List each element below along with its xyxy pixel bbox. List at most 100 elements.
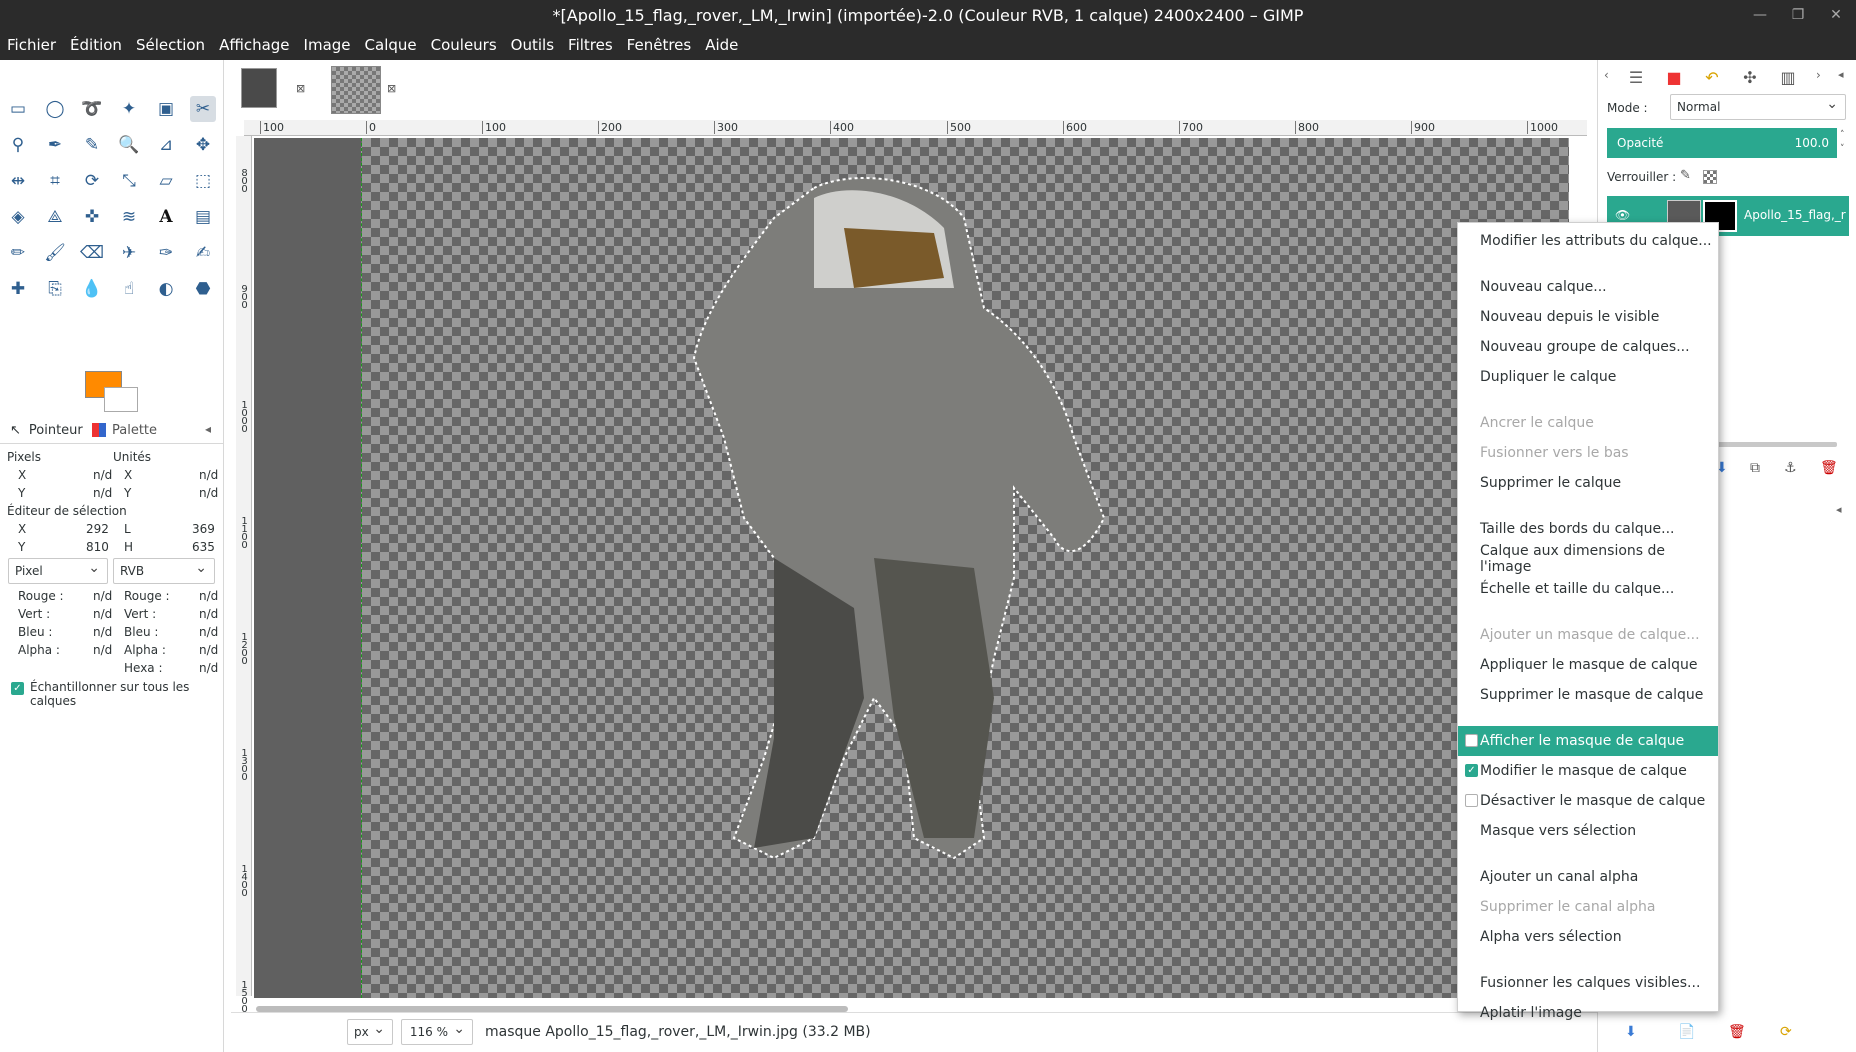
shear-icon[interactable]: ▱: [153, 168, 179, 194]
anchor-layer-icon[interactable]: ⚓: [1784, 460, 1797, 476]
menu-calque[interactable]: Calque: [358, 36, 424, 54]
menu-item[interactable]: Modifier les attributs du calque...: [1458, 226, 1718, 256]
lock-alpha-icon[interactable]: [1703, 170, 1717, 184]
close-tab-icon[interactable]: ⊠: [296, 82, 305, 95]
menu-checkbox[interactable]: [1465, 794, 1478, 807]
menu-aide[interactable]: Aide: [698, 36, 745, 54]
menu-item[interactable]: Nouveau groupe de calques...: [1458, 332, 1718, 362]
unit-select[interactable]: Pixel: [8, 558, 108, 584]
ellipse-select-icon[interactable]: ◯: [42, 96, 68, 122]
dock-right-arrow-icon[interactable]: ›: [1816, 68, 1821, 82]
menu-item[interactable]: Désactiver le masque de calque: [1458, 786, 1718, 816]
text-icon[interactable]: A: [153, 204, 179, 230]
minimize-icon[interactable]: —: [1748, 0, 1772, 30]
image-tab-thumbnail[interactable]: [241, 68, 277, 108]
lasso-icon[interactable]: ➰: [79, 96, 105, 122]
color-select-icon[interactable]: ▣: [153, 96, 179, 122]
menu-item[interactable]: Échelle et taille du calque...: [1458, 574, 1718, 604]
pencil-icon[interactable]: ✏: [5, 240, 31, 266]
menu-item[interactable]: Aplatir l'image: [1458, 998, 1718, 1028]
delete-icon[interactable]: 🗑: [1728, 1024, 1746, 1040]
menu-checkbox[interactable]: ✓: [1465, 764, 1478, 777]
unified-transform-icon[interactable]: ⟁: [42, 204, 68, 230]
panel-menu-icon[interactable]: ◂: [205, 422, 211, 436]
color-model-select[interactable]: RVB: [113, 558, 215, 584]
eye-icon[interactable]: 👁: [1615, 208, 1630, 222]
refresh-icon[interactable]: ⟳: [1780, 1024, 1792, 1040]
dock-menu-icon[interactable]: ◂: [1838, 68, 1844, 81]
image-canvas[interactable]: [254, 138, 1569, 998]
menu-checkbox[interactable]: [1465, 734, 1478, 747]
menu-edition[interactable]: Édition: [63, 36, 129, 54]
menu-filtres[interactable]: Filtres: [561, 36, 620, 54]
airbrush-icon[interactable]: ✈: [116, 240, 142, 266]
rotate-icon[interactable]: ⟳: [79, 168, 105, 194]
handle-transform-icon[interactable]: ✜: [79, 204, 105, 230]
scissors-icon[interactable]: ✂: [190, 96, 216, 122]
3d-transform-icon[interactable]: ◈: [5, 204, 31, 230]
undo-history-tab-icon[interactable]: ↶: [1698, 64, 1726, 90]
mask-tab-thumbnail[interactable]: [331, 66, 381, 114]
menu-item[interactable]: Dupliquer le calque: [1458, 362, 1718, 392]
menu-item[interactable]: Nouveau depuis le visible: [1458, 302, 1718, 332]
menu-item[interactable]: Nouveau calque...: [1458, 272, 1718, 302]
menu-item[interactable]: Taille des bords du calque...: [1458, 514, 1718, 544]
mode-select[interactable]: Normal: [1670, 94, 1846, 120]
heal-icon[interactable]: ✚: [5, 276, 31, 302]
menu-outils[interactable]: Outils: [504, 36, 561, 54]
background-color[interactable]: [104, 387, 138, 412]
opacity-up-icon[interactable]: ˄: [1840, 130, 1845, 140]
clone-icon[interactable]: ⎘: [42, 276, 68, 302]
paths-icon[interactable]: ✒: [42, 132, 68, 158]
layers-hscrollbar[interactable]: [1717, 442, 1837, 447]
crop-icon[interactable]: ⌗: [42, 168, 68, 194]
move-icon[interactable]: ✥: [190, 132, 216, 158]
menu-item[interactable]: Fusionner les calques visibles...: [1458, 968, 1718, 998]
close-mask-tab-icon[interactable]: ⊠: [387, 82, 396, 95]
measure-icon[interactable]: ⊿: [153, 132, 179, 158]
fuzzy-select-icon[interactable]: ✦: [116, 96, 142, 122]
tab-pointer[interactable]: ↖ Pointeur: [10, 416, 83, 444]
layers-tab-icon[interactable]: ☰: [1622, 64, 1650, 90]
ink-icon[interactable]: ✑: [153, 240, 179, 266]
lock-pixels-icon[interactable]: ✎: [1680, 168, 1691, 183]
menu-item[interactable]: Ajouter un canal alpha: [1458, 862, 1718, 892]
bucket-fill-icon[interactable]: ⬣: [190, 276, 216, 302]
brushes-tab-icon[interactable]: ▥: [1774, 64, 1802, 90]
dodge-icon[interactable]: ◐: [153, 276, 179, 302]
menu-item[interactable]: ✓ Modifier le masque de calque: [1458, 756, 1718, 786]
zoom-icon[interactable]: 🔍: [116, 132, 142, 158]
zoom-select[interactable]: 116 %: [401, 1019, 473, 1045]
lower-dock-menu-icon[interactable]: ◂: [1836, 503, 1842, 516]
restore-icon[interactable]: ❐: [1786, 0, 1810, 30]
sample-all-checkbox[interactable]: ✓: [11, 682, 24, 695]
menu-item[interactable]: Supprimer le calque: [1458, 468, 1718, 498]
smudge-icon[interactable]: ☝: [116, 276, 142, 302]
opacity-down-icon[interactable]: ˅: [1840, 144, 1845, 154]
tab-palette[interactable]: Palette: [92, 416, 157, 444]
rect-select-icon[interactable]: ▭: [5, 96, 31, 122]
menu-item[interactable]: Supprimer le masque de calque: [1458, 680, 1718, 710]
gradient-icon[interactable]: ▤: [190, 204, 216, 230]
close-icon[interactable]: ✕: [1824, 0, 1848, 30]
menu-item[interactable]: Calque aux dimensions de l'image: [1458, 543, 1718, 575]
menu-couleurs[interactable]: Couleurs: [424, 36, 504, 54]
menu-item[interactable]: Alpha vers sélection: [1458, 922, 1718, 952]
menu-affichage[interactable]: Affichage: [212, 36, 296, 54]
mypaint-icon[interactable]: ✍: [190, 240, 216, 266]
opacity-slider[interactable]: Opacité 100.0: [1607, 128, 1837, 158]
menu-selection[interactable]: Sélection: [129, 36, 212, 54]
sample-all-checkbox-row[interactable]: ✓ Échantillonner sur tous les calques: [0, 680, 224, 708]
menu-image[interactable]: Image: [297, 36, 358, 54]
menu-item[interactable]: Appliquer le masque de calque: [1458, 650, 1718, 680]
status-unit-select[interactable]: px: [347, 1019, 393, 1045]
delete-layer-icon[interactable]: 🗑: [1820, 460, 1838, 476]
menu-item[interactable]: Afficher le masque de calque: [1458, 726, 1718, 756]
blur-icon[interactable]: 💧: [79, 276, 105, 302]
channels-tab-icon[interactable]: ■: [1660, 64, 1688, 90]
perspective-icon[interactable]: ⬚: [190, 168, 216, 194]
menu-fichier[interactable]: Fichier: [0, 36, 63, 54]
paintbrush-icon[interactable]: 🖌: [42, 240, 68, 266]
dock-left-arrow-icon[interactable]: ‹: [1604, 68, 1609, 82]
paths-tab-icon[interactable]: ✣: [1736, 64, 1764, 90]
